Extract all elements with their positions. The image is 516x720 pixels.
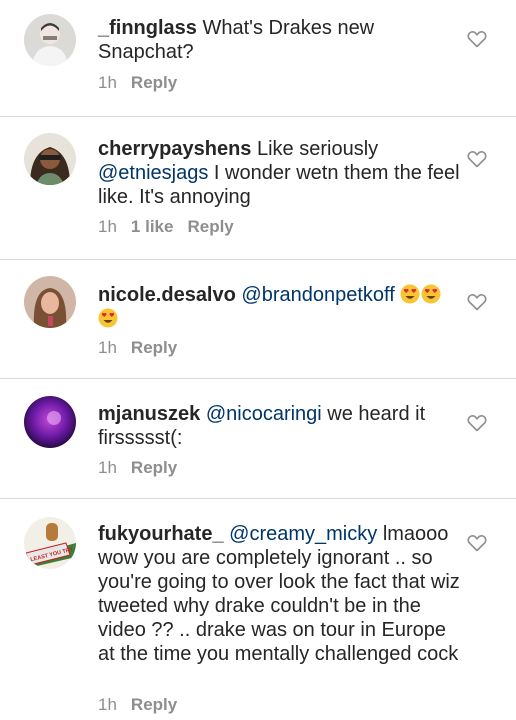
avatar[interactable] [24, 14, 76, 66]
comment-meta: 1h 1 like Reply [98, 217, 248, 237]
username[interactable]: fukyourhate_ [98, 523, 224, 545]
username[interactable]: mjanuszek [98, 403, 200, 425]
mention-link[interactable]: @brandonpetkoff [241, 284, 394, 306]
heart-outline-icon[interactable] [467, 30, 487, 48]
reply-button[interactable]: Reply [131, 73, 177, 92]
mention-link[interactable]: @etniesjags [98, 162, 208, 184]
divider [0, 498, 516, 499]
reply-button[interactable]: Reply [187, 217, 233, 236]
comment-body: nicole.desalvo @brandonpetkoff [98, 283, 460, 331]
avatar[interactable] [24, 133, 76, 185]
avatar[interactable]: AT LEAST YOU TRY [24, 517, 76, 569]
heart-eyes-emoji [421, 284, 441, 304]
timestamp: 1h [98, 73, 117, 92]
reply-button[interactable]: Reply [131, 458, 177, 477]
comment-body: _finnglass What's Drakes new Snapchat? [98, 16, 460, 64]
comment-meta: 1h Reply [98, 695, 191, 715]
heart-outline-icon[interactable] [467, 534, 487, 552]
heart-outline-icon[interactable] [467, 414, 487, 432]
username[interactable]: cherrypayshens [98, 138, 251, 160]
avatar[interactable] [24, 276, 76, 328]
comment-meta: 1h Reply [98, 458, 191, 478]
timestamp: 1h [98, 338, 117, 357]
reply-button[interactable]: Reply [131, 338, 177, 357]
mention-link[interactable]: @creamy_micky [229, 523, 377, 545]
mention-link[interactable]: @nicocaringi [206, 403, 322, 425]
divider [0, 378, 516, 379]
heart-eyes-emoji [98, 308, 118, 328]
timestamp: 1h [98, 695, 117, 714]
divider [0, 116, 516, 117]
comment-body: fukyourhate_ @creamy_micky lmaooo wow yo… [98, 522, 460, 666]
comment-meta: 1h Reply [98, 338, 191, 358]
heart-eyes-emoji [400, 284, 420, 304]
timestamp: 1h [98, 458, 117, 477]
reply-button[interactable]: Reply [131, 695, 177, 714]
comment-meta: 1h Reply [98, 73, 191, 93]
comment-text: Like seriously [251, 138, 379, 160]
heart-outline-icon[interactable] [467, 150, 487, 168]
username[interactable]: nicole.desalvo [98, 284, 236, 306]
comment-body: mjanuszek @nicocaringi we heard it firss… [98, 402, 460, 450]
like-count[interactable]: 1 like [131, 217, 174, 236]
divider [0, 259, 516, 260]
heart-outline-icon[interactable] [467, 293, 487, 311]
comment-body: cherrypayshens Like seriously @etniesjag… [98, 137, 460, 209]
username[interactable]: _finnglass [98, 17, 197, 39]
timestamp: 1h [98, 217, 117, 236]
avatar[interactable] [24, 396, 76, 448]
